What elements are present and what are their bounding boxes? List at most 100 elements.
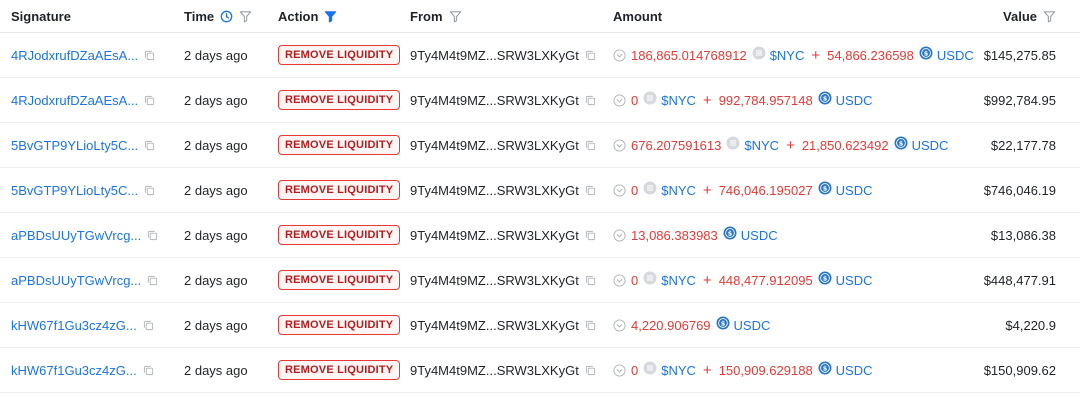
value-cell: $992,784.95 <box>960 78 1056 122</box>
table-row: aPBDsUUyTGwVrcg... 2 days ago REMOVE LIQ… <box>0 213 1080 258</box>
from-address[interactable]: 9Ty4M4t9MZ...SRW3LXKyGt <box>410 273 579 288</box>
copy-icon[interactable] <box>147 275 158 286</box>
expand-chevron-icon[interactable] <box>613 48 626 62</box>
token-symbol-link[interactable]: USDC <box>836 93 873 108</box>
from-address[interactable]: 9Ty4M4t9MZ...SRW3LXKyGt <box>410 228 579 243</box>
signature-link[interactable]: 5BvGTP9YLioLty5C... <box>11 138 138 153</box>
copy-icon[interactable] <box>585 95 596 106</box>
token-symbol-link[interactable]: $NYC <box>770 48 805 63</box>
plus-separator: + <box>702 91 712 109</box>
amount-list: 0 $NYC +992,784.957148 $ USDC <box>631 91 873 110</box>
expand-chevron-icon[interactable] <box>613 318 626 332</box>
copy-icon[interactable] <box>147 230 158 241</box>
expand-chevron-icon[interactable] <box>613 228 626 242</box>
expand-chevron-icon[interactable] <box>613 138 626 152</box>
signature-link[interactable]: aPBDsUUyTGwVrcg... <box>11 228 141 243</box>
amount-value: 992,784.957148 <box>718 92 813 108</box>
amount-value: 0 <box>631 362 639 378</box>
amount-value: 54,866.236598 <box>827 47 914 63</box>
copy-icon[interactable] <box>585 140 596 151</box>
usdc-token-icon: $ <box>894 136 908 150</box>
copy-icon[interactable] <box>585 185 596 196</box>
signature-cell: 5BvGTP9YLioLty5C... <box>11 168 155 212</box>
value-cell: $4,220.9 <box>960 303 1056 347</box>
amount-value: 186,865.014768912 <box>631 47 747 63</box>
token-symbol-link[interactable]: $NYC <box>661 183 696 198</box>
plus-separator: + <box>702 181 712 199</box>
token-symbol-link[interactable]: $NYC <box>661 93 696 108</box>
signature-link[interactable]: 4RJodxrufDZaAEsA... <box>11 93 138 108</box>
from-address[interactable]: 9Ty4M4t9MZ...SRW3LXKyGt <box>410 93 579 108</box>
plus-separator: + <box>702 361 712 379</box>
copy-icon[interactable] <box>585 230 596 241</box>
token-symbol-link[interactable]: USDC <box>836 183 873 198</box>
action-cell: REMOVE LIQUIDITY <box>278 258 401 302</box>
from-address[interactable]: 9Ty4M4t9MZ...SRW3LXKyGt <box>410 138 579 153</box>
signature-link[interactable]: 5BvGTP9YLioLty5C... <box>11 183 138 198</box>
copy-icon[interactable] <box>585 275 596 286</box>
token-symbol-link[interactable]: $NYC <box>744 138 779 153</box>
expand-chevron-icon[interactable] <box>613 273 626 287</box>
signature-cell: 5BvGTP9YLioLty5C... <box>11 123 155 167</box>
from-address[interactable]: 9Ty4M4t9MZ...SRW3LXKyGt <box>410 183 579 198</box>
copy-icon[interactable] <box>143 320 154 331</box>
filter-icon[interactable] <box>449 10 462 23</box>
signature-cell: 4RJodxrufDZaAEsA... <box>11 33 155 77</box>
from-address[interactable]: 9Ty4M4t9MZ...SRW3LXKyGt <box>410 48 579 63</box>
usd-value: $150,909.62 <box>983 362 1056 378</box>
token-symbol-link[interactable]: USDC <box>836 273 873 288</box>
expand-chevron-icon[interactable] <box>613 183 626 197</box>
time-text: 2 days ago <box>184 227 248 243</box>
copy-icon[interactable] <box>585 320 596 331</box>
filter-icon[interactable] <box>239 10 252 23</box>
table-row: 4RJodxrufDZaAEsA... 2 days ago REMOVE LI… <box>0 78 1080 123</box>
copy-icon[interactable] <box>144 185 155 196</box>
token-symbol-link[interactable]: USDC <box>734 318 771 333</box>
filter-active-icon[interactable] <box>324 10 337 23</box>
from-address[interactable]: 9Ty4M4t9MZ...SRW3LXKyGt <box>410 318 579 333</box>
signature-link[interactable]: 4RJodxrufDZaAEsA... <box>11 48 138 63</box>
nyc-token-icon <box>643 271 657 285</box>
expand-chevron-icon[interactable] <box>613 363 626 377</box>
expand-chevron-icon[interactable] <box>613 93 626 107</box>
signature-cell: aPBDsUUyTGwVrcg... <box>11 258 158 302</box>
table-row: kHW67f1Gu3cz4zG... 2 days ago REMOVE LIQ… <box>0 348 1080 393</box>
amount-value: 746,046.195027 <box>718 182 813 198</box>
signature-link[interactable]: kHW67f1Gu3cz4zG... <box>11 363 137 378</box>
action-cell: REMOVE LIQUIDITY <box>278 213 401 257</box>
from-address[interactable]: 9Ty4M4t9MZ...SRW3LXKyGt <box>410 363 579 378</box>
amount-cell: 676.207591613 $NYC +21,850.623492 $ USDC <box>613 123 948 167</box>
table-row: 5BvGTP9YLioLty5C... 2 days ago REMOVE LI… <box>0 123 1080 168</box>
usd-value: $448,477.91 <box>983 272 1056 288</box>
amount-cell: 0 $NYC +448,477.912095 $ USDC <box>613 258 873 302</box>
amount-list: 186,865.014768912 $NYC +54,866.236598 $ USDC <box>631 46 974 65</box>
copy-icon[interactable] <box>585 50 596 61</box>
from-cell: 9Ty4M4t9MZ...SRW3LXKyGt <box>410 168 596 212</box>
usdc-token-icon: $ <box>716 316 730 330</box>
table-row: aPBDsUUyTGwVrcg... 2 days ago REMOVE LIQ… <box>0 258 1080 303</box>
amount-cell: 0 $NYC +150,909.629188 $ USDC <box>613 348 873 392</box>
copy-icon[interactable] <box>585 365 596 376</box>
token-symbol-link[interactable]: USDC <box>912 138 949 153</box>
usd-value: $746,046.19 <box>983 182 1056 198</box>
time-text: 2 days ago <box>184 272 248 288</box>
token-symbol-link[interactable]: $NYC <box>661 363 696 378</box>
amount-value: 4,220.906769 <box>631 317 711 333</box>
clock-icon[interactable] <box>220 10 233 23</box>
copy-icon[interactable] <box>144 140 155 151</box>
token-symbol-link[interactable]: $NYC <box>661 273 696 288</box>
time-cell: 2 days ago <box>184 168 248 212</box>
remove-liquidity-badge: REMOVE LIQUIDITY <box>278 180 401 200</box>
signature-link[interactable]: aPBDsUUyTGwVrcg... <box>11 273 141 288</box>
amount-value: 21,850.623492 <box>801 137 889 153</box>
amount-value: 0 <box>631 182 639 198</box>
token-symbol-link[interactable]: USDC <box>836 363 873 378</box>
signature-link[interactable]: kHW67f1Gu3cz4zG... <box>11 318 137 333</box>
copy-icon[interactable] <box>144 95 155 106</box>
amount-list: 676.207591613 $NYC +21,850.623492 $ USDC <box>631 136 948 155</box>
copy-icon[interactable] <box>143 365 154 376</box>
filter-icon[interactable] <box>1043 10 1056 23</box>
usdc-token-icon: $ <box>818 181 832 195</box>
copy-icon[interactable] <box>144 50 155 61</box>
token-symbol-link[interactable]: USDC <box>741 228 778 243</box>
